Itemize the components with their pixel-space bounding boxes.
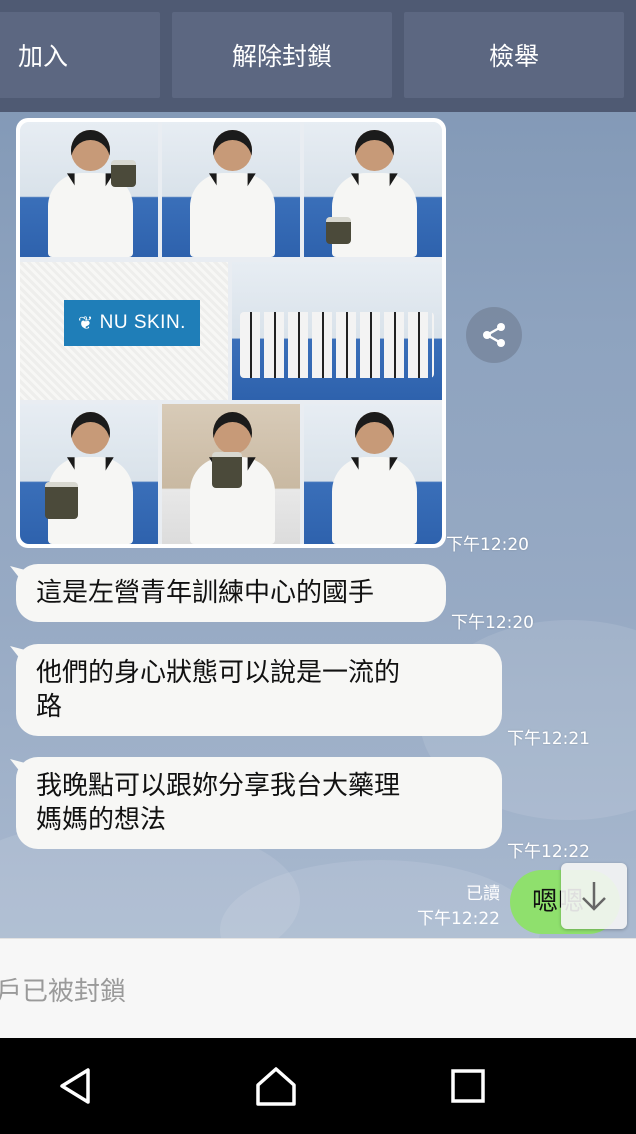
collage-photo xyxy=(20,122,158,257)
message-text-line: 路 xyxy=(36,692,63,722)
collage-photo-group xyxy=(232,262,442,400)
athlete-head xyxy=(355,412,394,455)
message-text-line: 媽媽的想法 xyxy=(36,805,167,835)
blocked-notice: 戶已被封鎖 xyxy=(0,977,127,1007)
nav-home-button[interactable] xyxy=(256,1066,296,1106)
share-icon xyxy=(483,323,505,347)
athlete-figure xyxy=(331,173,418,257)
collage-photo xyxy=(162,122,300,257)
collage-photo xyxy=(162,404,300,544)
athlete-head xyxy=(71,412,110,455)
share-button[interactable] xyxy=(466,307,522,363)
message-time: 下午12:22 xyxy=(507,842,590,862)
brand-logo: ❦ NU SKIN. xyxy=(64,300,200,346)
report-button[interactable]: 檢舉 xyxy=(404,12,624,98)
product-jar xyxy=(111,159,136,187)
blocked-input-area: 戶已被封鎖 xyxy=(0,938,636,1038)
message-text-line: 他們的身心狀態可以說是一流的 xyxy=(36,658,401,688)
logo-panel: ❦ NU SKIN. xyxy=(20,262,228,400)
image-message-time: 下午12:20 xyxy=(446,535,529,555)
brand-logo-mark: ❦ xyxy=(78,312,94,333)
product-jar xyxy=(211,451,243,488)
nav-recents-icon xyxy=(451,1069,485,1103)
message-text-line: 我晚點可以跟妳分享我台大藥理 xyxy=(36,771,401,801)
message-time: 下午12:21 xyxy=(507,729,590,749)
photo-collage: ❦ NU SKIN. xyxy=(20,122,442,544)
product-jar xyxy=(44,482,78,519)
collage-photo xyxy=(20,404,158,544)
athlete-figure xyxy=(189,173,276,257)
nav-home-icon xyxy=(256,1067,296,1106)
product-jar xyxy=(326,216,351,244)
received-message[interactable]: 這是左營青年訓練中心的國手 xyxy=(16,564,446,622)
message-time: 下午12:20 xyxy=(451,613,534,633)
athlete-figure xyxy=(331,457,418,544)
blocked-actions-bar: 加入 解除封鎖 檢舉 xyxy=(0,0,636,112)
collage-photo xyxy=(304,122,442,257)
nav-back-icon xyxy=(60,1068,90,1104)
athlete-head xyxy=(213,412,252,455)
athlete-head xyxy=(71,130,110,171)
nav-recents-button[interactable] xyxy=(448,1066,488,1106)
received-message[interactable]: 他們的身心狀態可以說是一流的 路 xyxy=(16,644,502,736)
brand-logo-text: NU SKIN. xyxy=(99,312,186,333)
athlete-head xyxy=(213,130,252,171)
athletes-lineup xyxy=(240,311,434,378)
system-nav-bar xyxy=(0,1038,636,1134)
athlete-head xyxy=(355,130,394,171)
arrow-down-icon xyxy=(582,882,606,911)
join-button[interactable]: 加入 xyxy=(0,12,160,98)
nav-back-button[interactable] xyxy=(56,1066,96,1106)
unblock-button[interactable]: 解除封鎖 xyxy=(172,12,392,98)
sent-message-time: 下午12:22 xyxy=(417,909,500,929)
received-message[interactable]: 我晚點可以跟妳分享我台大藥理 媽媽的想法 xyxy=(16,757,502,849)
scroll-to-bottom-button[interactable] xyxy=(561,863,627,929)
collage-photo xyxy=(304,404,442,544)
read-status: 已讀 xyxy=(466,884,500,904)
image-message[interactable]: ❦ NU SKIN. xyxy=(16,118,446,548)
message-text: 這是左營青年訓練中心的國手 xyxy=(36,578,375,608)
